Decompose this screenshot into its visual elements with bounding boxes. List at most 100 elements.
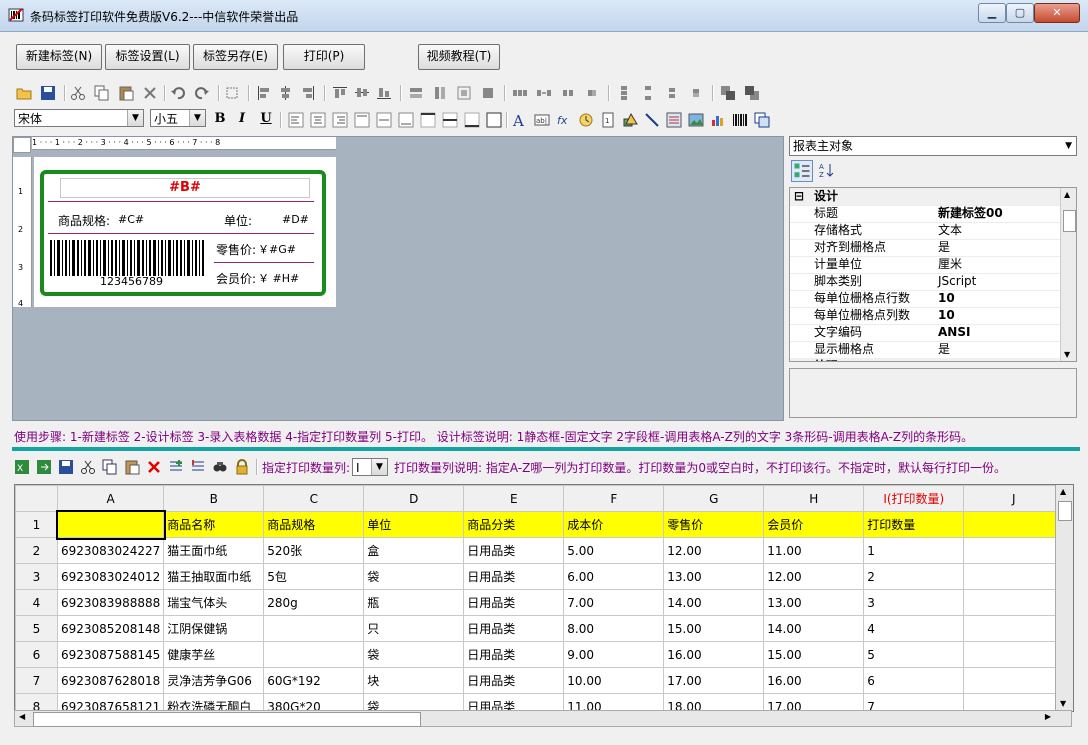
space-h-inc-icon[interactable] — [536, 85, 552, 101]
column-header[interactable]: A — [56, 485, 165, 512]
column-header[interactable]: C — [263, 485, 365, 512]
grid-cell[interactable]: 6923083024227 — [56, 537, 165, 564]
grid-vertical-scrollbar[interactable]: ▲ ▼ — [1055, 485, 1073, 710]
save-as-button[interactable]: 标签另存(E) — [193, 44, 278, 70]
scroll-thumb[interactable] — [33, 712, 421, 727]
spec-static-text[interactable]: 商品规格: — [58, 212, 110, 229]
select-all-icon[interactable] — [224, 85, 240, 101]
scroll-down-icon[interactable]: ▼ — [1060, 699, 1066, 708]
scroll-up-icon[interactable]: ▲ — [1060, 487, 1066, 496]
qty-col-select[interactable]: I ▼ — [352, 458, 388, 476]
property-value[interactable]: ANSI — [938, 324, 970, 341]
border-top-icon[interactable] — [420, 112, 436, 128]
open-icon[interactable] — [16, 85, 32, 101]
underline-button[interactable]: U — [258, 111, 274, 127]
column-header[interactable]: F — [563, 485, 665, 512]
grid-cell[interactable]: 3 — [863, 589, 965, 616]
property-value[interactable]: JScript — [938, 273, 976, 290]
grid-cell[interactable]: 日用品类 — [463, 537, 565, 564]
grid-cell[interactable]: 袋 — [363, 641, 465, 668]
property-scrollbar[interactable]: ▲ ▼ — [1060, 188, 1076, 361]
align-left-icon[interactable] — [256, 85, 272, 101]
field-box-icon[interactable]: ab| — [534, 112, 550, 128]
text-valign-top-icon[interactable] — [354, 112, 370, 128]
grid-cell[interactable]: 10.00 — [563, 667, 665, 694]
space-v-remove-icon[interactable] — [688, 85, 704, 101]
grid-cell[interactable]: 520张 — [263, 537, 365, 564]
grid-horizontal-scrollbar[interactable]: ◀ ▶ — [14, 710, 1072, 727]
column-header[interactable]: I(打印数量) — [863, 485, 965, 512]
scroll-right-icon[interactable]: ▶ — [1045, 712, 1051, 721]
grid-cell[interactable] — [263, 615, 365, 642]
property-row[interactable]: 标题 新建标签00 — [790, 205, 1060, 223]
data-grid[interactable]: A B C D E F G H I(打印数量) J 1 商品名称 商品规格 单位 商品分类 成本价 零售价 会员价… — [14, 484, 1074, 712]
print-button[interactable]: 打印(P) — [283, 44, 365, 70]
copy-icon[interactable] — [102, 459, 118, 475]
grid-cell[interactable]: 13.00 — [763, 589, 865, 616]
grid-cell[interactable]: 5.00 — [563, 537, 665, 564]
grid-cell[interactable]: 猫王抽取面巾纸 — [163, 563, 265, 590]
property-value[interactable]: 厘米 — [938, 256, 962, 273]
property-value[interactable]: 是 — [938, 341, 950, 358]
grid-cell[interactable]: 瑞宝气体头 — [163, 589, 265, 616]
grid-cell[interactable]: 60G*192 — [263, 667, 365, 694]
undo-icon[interactable] — [170, 85, 186, 101]
grid-cell[interactable]: 袋 — [363, 563, 465, 590]
divider-line[interactable] — [214, 262, 314, 263]
bold-button[interactable]: B — [212, 111, 228, 127]
grid-cell[interactable]: 商品规格 — [263, 511, 365, 538]
member-static-text[interactable]: 会员价: — [216, 270, 256, 287]
scroll-thumb[interactable] — [1058, 501, 1072, 521]
border-middle-icon[interactable] — [442, 112, 458, 128]
text-valign-middle-icon[interactable] — [376, 112, 392, 128]
grid-cell[interactable]: 盒 — [363, 537, 465, 564]
text-align-center-icon[interactable] — [310, 112, 326, 128]
grid-cell[interactable] — [963, 511, 1065, 538]
grid-cell[interactable]: 6923083988888 — [56, 589, 165, 616]
property-value[interactable]: 10 — [938, 307, 955, 324]
grid-cell[interactable]: 16.00 — [763, 667, 865, 694]
unit-static-text[interactable]: 单位: — [224, 212, 252, 229]
member-field-box[interactable]: ￥ #H# — [258, 270, 299, 286]
delete-icon[interactable] — [142, 85, 158, 101]
video-tutorial-button[interactable]: 视频教程(T) — [418, 44, 500, 70]
grid-cell[interactable] — [963, 589, 1065, 616]
splitter-bar[interactable] — [12, 447, 1080, 451]
grid-cell[interactable]: 17.00 — [663, 667, 765, 694]
redo-icon[interactable] — [194, 85, 210, 101]
bring-front-icon[interactable] — [720, 85, 736, 101]
object-select[interactable]: 报表主对象 ▼ — [789, 136, 1077, 156]
space-v-equal-icon[interactable] — [616, 85, 632, 101]
row-header[interactable]: 2 — [15, 537, 58, 564]
row-header[interactable]: 1 — [15, 511, 58, 538]
border-all-icon[interactable] — [486, 112, 502, 128]
grid-cell[interactable]: 日用品类 — [463, 589, 565, 616]
divider-line[interactable] — [48, 201, 314, 202]
system-var-icon[interactable] — [578, 112, 594, 128]
grid-cell[interactable]: 打印数量 — [863, 511, 965, 538]
space-v-dec-icon[interactable] — [664, 85, 680, 101]
export-excel-icon[interactable] — [36, 459, 52, 475]
grid-cell[interactable]: 7.00 — [563, 589, 665, 616]
grid-cell[interactable]: 4 — [863, 615, 965, 642]
grid-cell[interactable]: 商品分类 — [463, 511, 565, 538]
corner-cell[interactable] — [15, 485, 58, 512]
lock-icon[interactable] — [234, 459, 250, 475]
grid-cell[interactable]: 单位 — [363, 511, 465, 538]
same-width-icon[interactable] — [408, 85, 424, 101]
grid-cell[interactable] — [963, 641, 1065, 668]
grid-cell[interactable]: 瓶 — [363, 589, 465, 616]
column-header[interactable]: D — [363, 485, 465, 512]
group-header-design[interactable]: ⊟ 设计 — [790, 188, 1060, 206]
scroll-down-icon[interactable]: ▼ — [1064, 350, 1070, 359]
property-row[interactable]: 存储格式 文本 — [790, 222, 1060, 240]
line-icon[interactable] — [644, 112, 660, 128]
same-size-icon[interactable] — [456, 85, 472, 101]
grid-cell[interactable] — [963, 615, 1065, 642]
align-middle-icon[interactable] — [354, 85, 370, 101]
grid-cell[interactable]: 5 — [863, 641, 965, 668]
column-header[interactable]: G — [663, 485, 765, 512]
grid-cell[interactable]: 15.00 — [663, 615, 765, 642]
align-center-h-icon[interactable] — [278, 85, 294, 101]
cut-icon[interactable] — [70, 85, 86, 101]
